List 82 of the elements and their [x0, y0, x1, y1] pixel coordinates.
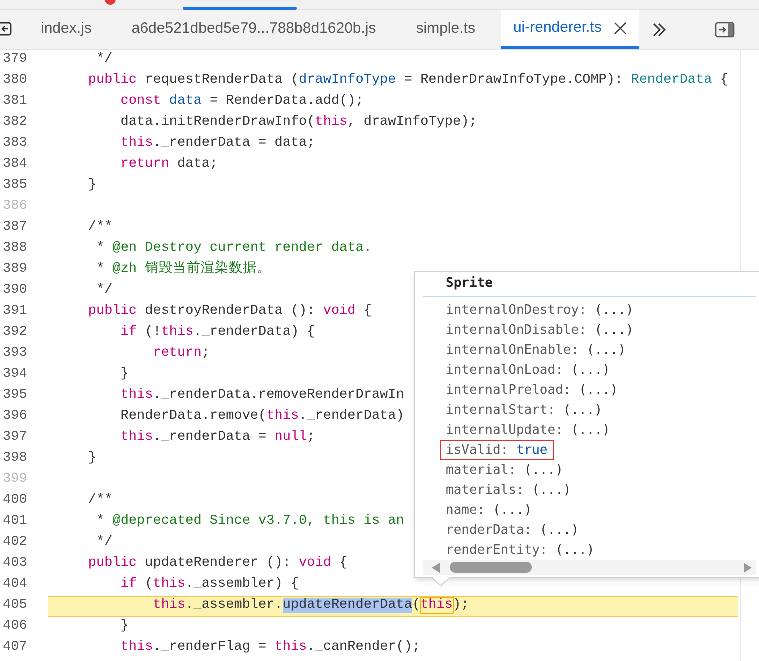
code-line: public updateRenderer (): void {	[87, 555, 348, 574]
scroll-left-icon[interactable]	[432, 562, 440, 573]
line-number: 406	[3, 618, 28, 636]
line-number: 401	[3, 513, 28, 532]
line-number: 387	[3, 219, 28, 238]
code-line: */	[96, 51, 113, 70]
code-line: this._renderData = null;	[120, 429, 316, 448]
code-line: RenderData.remove(this._renderData)	[120, 408, 404, 426]
code-line: }	[120, 366, 129, 384]
editor-tab[interactable]: simple.ts	[396, 10, 496, 49]
property-row-text: materials: (...)	[445, 482, 572, 500]
code-line: const data = RenderData.add();	[120, 93, 364, 112]
code-line: * @zh 销毁当前渲染数据。	[96, 260, 272, 280]
code-line: public requestRenderData (drawInfoType = RenderDrawInfoType.COMP): RenderData {	[87, 72, 728, 90]
panel-toggle-icon[interactable]	[0, 22, 12, 36]
line-number: 392	[3, 324, 28, 342]
line-number: 390	[3, 282, 28, 300]
property-row-text: internalOnDestroy: (...)	[445, 302, 635, 320]
property-row-text: internalOnDisable: (...)	[445, 322, 635, 340]
line-number: 380	[3, 72, 28, 90]
code-line: data.initRenderDrawInfo(this, drawInfoType);	[120, 114, 478, 132]
popup-title: Sprite	[446, 275, 493, 294]
line-number: 385	[3, 177, 28, 196]
code-line: this._assembler.updateRenderData(this);	[152, 597, 470, 616]
code-line: }	[120, 618, 129, 636]
property-row-text: internalOnLoad: (...)	[445, 362, 612, 380]
code-line: this._renderData = data;	[120, 135, 316, 154]
line-number: 386	[3, 198, 28, 216]
line-number: 396	[3, 408, 28, 426]
code-line: }	[87, 177, 97, 196]
line-number: 389	[3, 261, 28, 280]
line-number: 383	[3, 135, 28, 154]
line-number: 402	[3, 534, 28, 552]
chevron-double-right-icon[interactable]	[650, 22, 667, 38]
popup-pointer-icon	[432, 577, 450, 587]
line-number: 404	[3, 576, 28, 594]
property-row-text: internalOnEnable: (...)	[445, 342, 628, 360]
code-line: /**	[87, 219, 113, 238]
code-line: */	[96, 282, 113, 300]
code-line: * @deprecated Since v3.7.0, this is an	[96, 513, 404, 532]
code-line: this._renderData.removeRenderDrawIn	[120, 387, 404, 406]
line-number: 381	[3, 93, 28, 112]
line-number: 400	[3, 492, 28, 510]
line-number: 394	[3, 366, 28, 384]
property-row-text: name: (...)	[445, 502, 534, 520]
line-number: 397	[3, 429, 28, 448]
sidebar-toggle-icon[interactable]	[714, 22, 735, 38]
line-number: 393	[3, 345, 28, 364]
editor-tab[interactable]: index.js	[21, 10, 112, 49]
line-number: 405	[3, 597, 28, 616]
property-row-text: internalStart: (...)	[445, 402, 604, 420]
line-number: 379	[3, 51, 28, 70]
code-line: return data;	[120, 156, 218, 174]
editor-tab[interactable]: ui-renderer.ts	[501, 10, 639, 49]
property-row-text: internalPreload: (...)	[445, 382, 620, 400]
code-line: public destroyRenderData (): void {	[87, 303, 372, 322]
code-line: }	[87, 450, 97, 468]
code-line: /**	[87, 492, 113, 510]
horizontal-scrollbar-thumb[interactable]	[450, 562, 532, 574]
code-line: this._renderFlag = this._canRender();	[120, 639, 421, 658]
close-icon[interactable]	[614, 22, 627, 34]
scroll-right-icon[interactable]	[744, 562, 752, 573]
property-row: isValid: true	[440, 440, 554, 460]
line-number: 395	[3, 387, 28, 406]
line-number: 398	[3, 450, 28, 468]
line-number: 399	[3, 471, 28, 490]
code-line: */	[96, 534, 113, 552]
line-number: 382	[3, 114, 28, 132]
code-line: if (this._assembler) {	[120, 576, 300, 594]
line-number: 403	[3, 555, 28, 574]
code-line: if (!this._renderData) {	[120, 324, 316, 342]
editor-tab[interactable]: a6de521dbed5e79...788b8d1620b.js	[112, 10, 396, 49]
code-line: return;	[152, 345, 210, 364]
line-number: 388	[3, 240, 28, 258]
property-row-text: material: (...)	[445, 462, 564, 480]
property-row-text: renderData: (...)	[445, 522, 580, 540]
property-row-text: renderEntity: (...)	[445, 542, 596, 560]
line-number: 407	[3, 639, 28, 658]
property-row-text: internalUpdate: (...)	[445, 422, 612, 440]
line-number: 391	[3, 303, 28, 322]
line-number: 384	[3, 156, 28, 174]
code-line: * @en Destroy current render data.	[96, 240, 372, 258]
